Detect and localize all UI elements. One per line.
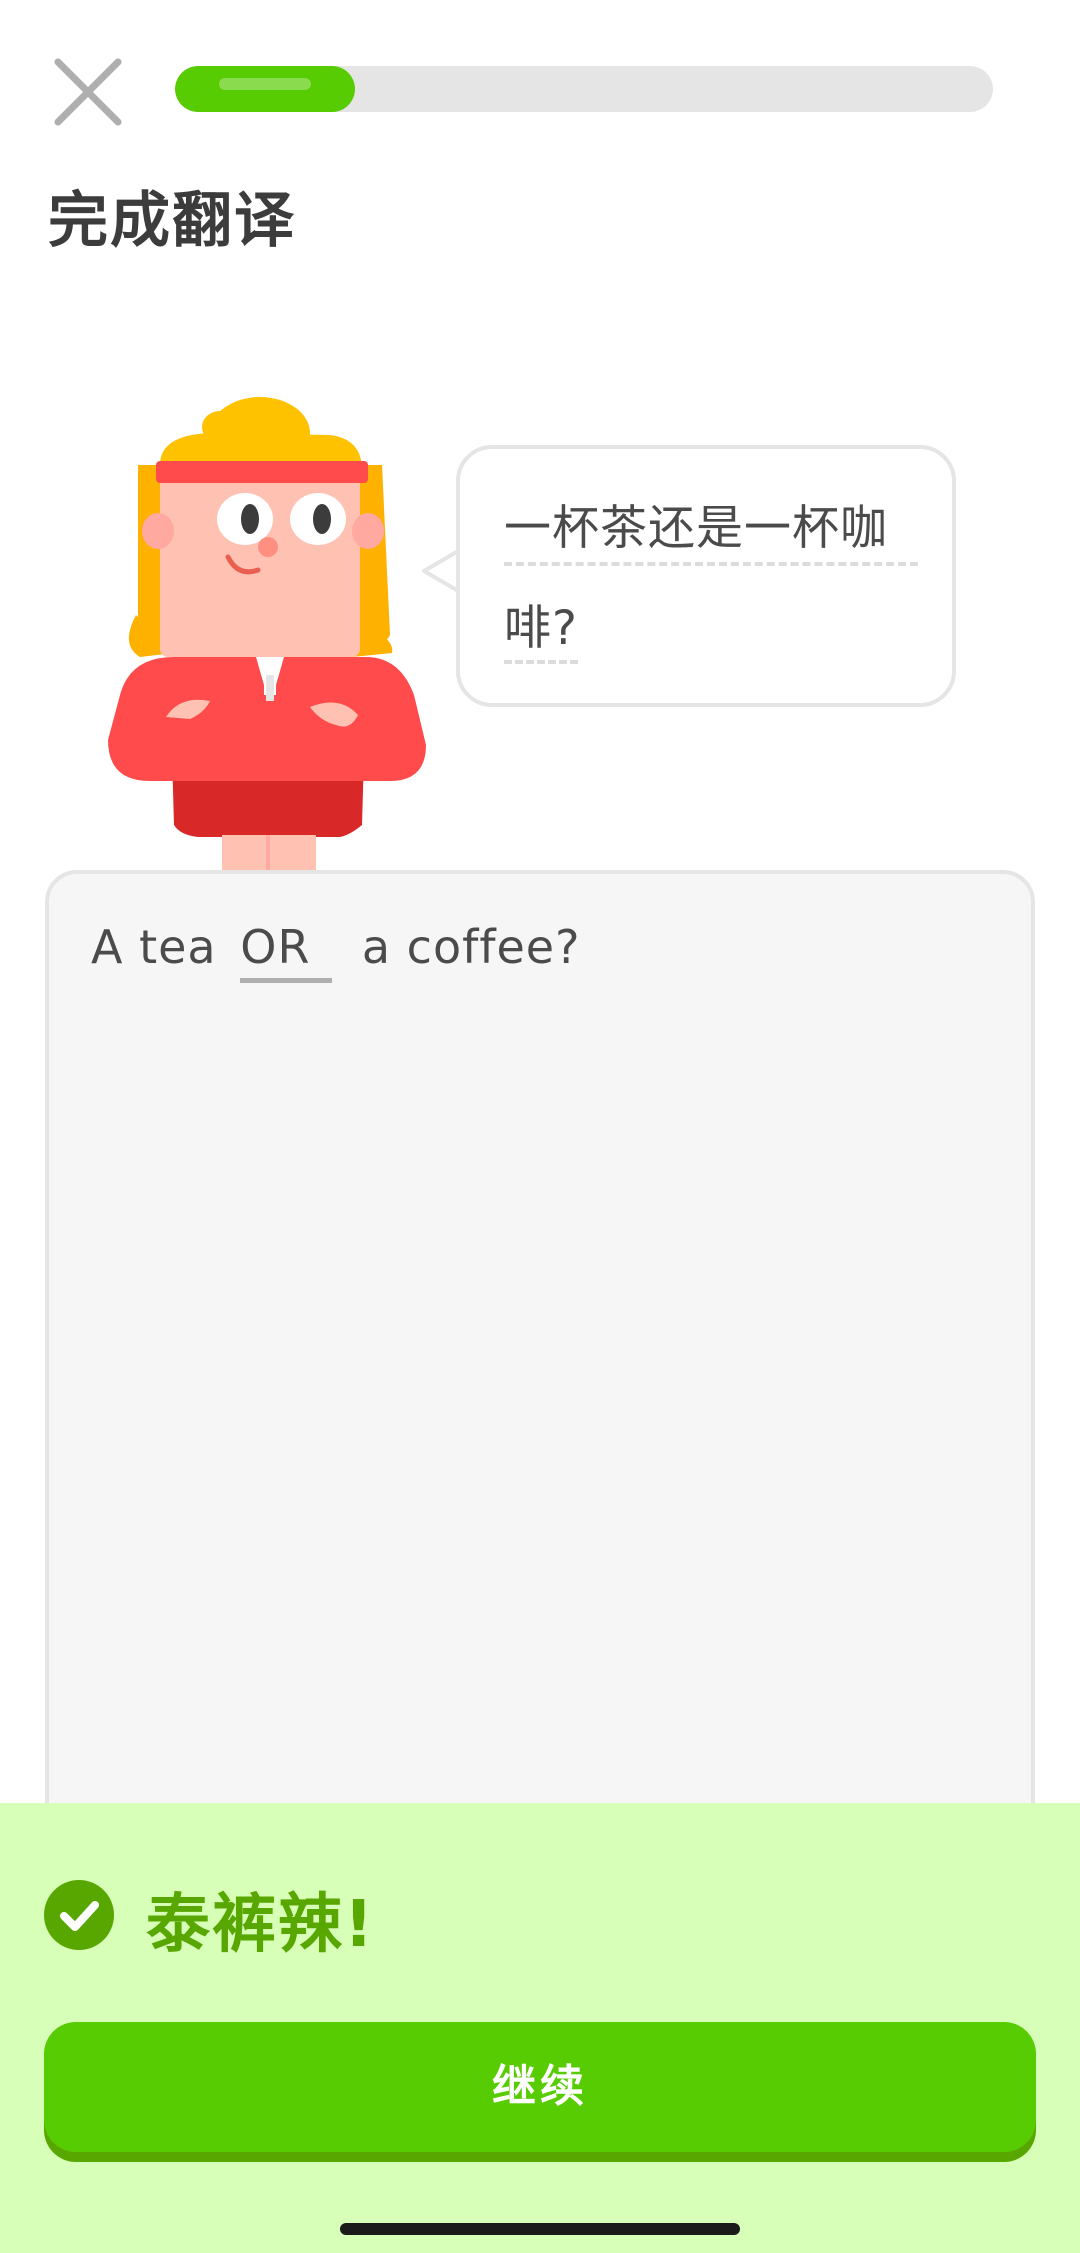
continue-button[interactable]: 继续 [44,2022,1036,2152]
lily-character-illustration [100,395,440,870]
answer-filled-word[interactable]: OR [240,920,333,983]
prompt-line-2[interactable]: 啡? [504,589,578,664]
progress-fill [175,66,355,112]
page-title: 完成翻译 [48,186,296,256]
close-icon [54,58,122,126]
check-circle-icon [44,1880,114,1950]
home-indicator[interactable] [340,2223,740,2235]
close-button[interactable] [48,52,128,132]
progress-bar [175,66,993,112]
answer-sentence: A tea OR a coffee? [91,920,581,983]
lesson-screen: 完成翻译 一杯茶还是一杯咖 啡? A tea OR a coffee? 泰裤辣!… [0,0,1080,2253]
feedback-panel: 泰裤辣! 继续 [0,1803,1080,2253]
answer-text-after: a coffee? [361,920,581,974]
feedback-title: 泰裤辣! [146,1888,376,1962]
prompt-line-1[interactable]: 一杯茶还是一杯咖 [504,489,918,566]
answer-text-before: A tea [91,920,217,974]
prompt-line-2-text[interactable]: 啡? [504,601,578,664]
speech-bubble: 一杯茶还是一杯咖 啡? [456,445,956,707]
progress-shine [219,78,311,90]
